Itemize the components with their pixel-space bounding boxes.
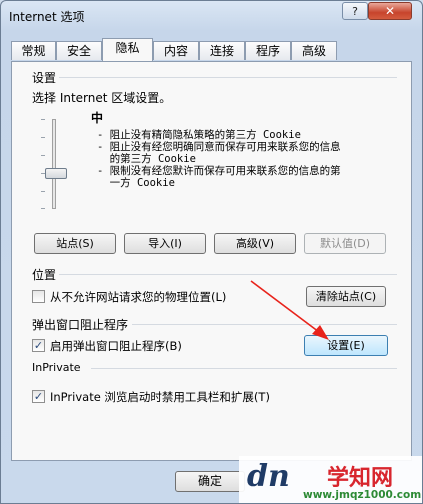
arrow-head xyxy=(312,325,329,340)
ok-button[interactable]: 确定 xyxy=(175,471,245,492)
watermark-url: www.jmqz1000.com xyxy=(303,489,422,501)
annotation-arrow xyxy=(250,280,329,340)
arrow-shaft xyxy=(250,280,320,333)
watermark: dn 学知网 www.jmqz1000.com xyxy=(239,456,422,503)
watermark-site-name: 学知网 xyxy=(327,466,394,491)
internet-options-dialog: Internet 选项 ? ✕ 常规 安全 隐私 内容 连接 程序 高级 设置 … xyxy=(0,0,423,504)
watermark-logo: dn xyxy=(247,459,290,494)
tab-privacy[interactable]: 隐私 xyxy=(102,38,153,61)
